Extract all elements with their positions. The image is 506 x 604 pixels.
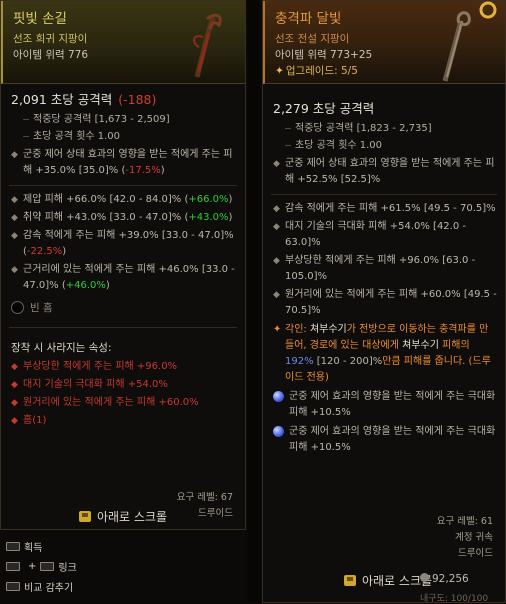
gem-affix-line: 군중 제어 효과의 영향을 받는 적에게 주는 극대화 피해 +10.5% [263,421,505,456]
sell-price: 92,256 [420,573,469,585]
bullet-icon: ◆ [273,290,280,300]
affix-diff: -17.5% [125,165,161,176]
account-bound-label: 계정 귀속 [455,532,493,543]
bullet-icon: ◆ [11,362,18,372]
lost-stats-title: 장착 시 사라지는 속성: [11,342,112,354]
required-level: 요구 레벨: 67 [176,492,233,503]
scroll-down-hint[interactable]: 아래로 스크롤 [63,507,183,525]
attacks-per-second: 초당 공격 횟수 1.00 [295,140,383,151]
affix-line: ◆ 감속 적에게 주는 피해 +39.0% [33.0 - 47.0]% (-22… [1,226,245,260]
bullet-icon: ◆ [11,265,18,275]
aspect-value: 192% [285,356,314,367]
affix-diff: +46.0% [65,280,106,291]
affix-line: ◆ 취약 피해 +43.0% [33.0 - 47.0]% (+43.0%) [1,208,245,226]
bullet-icon: ◆ [11,213,18,223]
affix-line: ◆ 원거리에 있는 적에게 주는 피해 +60.0% [49.5 - 70.5]% [263,285,505,319]
affix-line: ◆ 근거리에 있는 적에게 주는 피해 +46.0% [33.0 - 47.0]%… [1,260,245,294]
bullet-icon: ◆ [11,416,18,426]
affix-line: ◆ 제압 피해 +66.0% [42.0 - 84.0]% (+66.0%) [1,190,245,208]
class-label: 드루이드 [458,548,493,559]
staff-icon [442,11,471,82]
equipped-item-tooltip: 핏빛 손길 선조 희귀 지팡이 아이템 위력 776 2,091 초당 공격력 (… [0,0,246,530]
affix-line: ◆ 감속 적에게 주는 피해 +61.5% [49.5 - 70.5]% [263,199,505,217]
lost-stat-line: ◆ 부상당한 적에게 주는 피해 +96.0% [1,357,245,375]
star-icon: ✦ [275,65,284,77]
shift-key-icon [6,561,20,571]
hide-compare-hint[interactable]: 비교 감추기 [0,576,246,596]
item-header: 핏빛 손길 선조 희귀 지팡이 아이템 위력 776 [1,1,245,84]
link-hint[interactable]: + 링크 [0,556,246,576]
affix-list: ◆ 감속 적에게 주는 피해 +61.5% [49.5 - 70.5]% ◆ 대지 기… [263,199,505,319]
socket-icon [11,301,24,314]
gem-icon [273,426,284,437]
durability-label: 내구도: 100/100 [420,594,489,604]
acquire-hint[interactable]: 획득 [0,536,246,556]
attacks-per-second: 초당 공격 횟수 1.00 [33,131,121,142]
required-level: 요구 레벨: 61 [436,516,493,527]
alt-key-icon [6,581,20,591]
coin-icon [420,573,429,582]
legendary-aspect: ✦ 각인: 쳐부수기가 전방으로 이동하는 충격파를 만들어, 경로에 있는 대… [263,319,505,386]
lost-stat-line: ◆ 홈(1) [1,411,245,429]
damage-per-hit: 적중당 공격력 [1,823 - 2,735] [295,123,432,134]
mouse-icon [6,541,20,551]
dps-line: 2,279 초당 공격력 [263,84,505,118]
lost-stat-line: ◆ 원거리에 있는 적에게 주는 피해 +60.0% [1,393,245,411]
implicit-affix: ◆ 군중 제어 상태 효과의 영향을 받는 적에게 주는 피해 +52.5% [… [263,154,505,188]
bullet-icon: ◆ [11,231,18,241]
item-header: 충격파 달빛 선조 전설 지팡이 아이템 위력 773+25 ✦ 업그레이드: 5… [263,1,505,84]
class-label: 드루이드 [198,508,233,519]
divider-strip [248,0,260,603]
bullet-icon: ◆ [11,398,18,408]
control-hints: 획득 + 링크 비교 감추기 [0,530,246,603]
staff-icon [193,13,222,78]
gem-list: 군중 제어 효과의 영향을 받는 적에게 주는 극대화 피해 +10.5% 군중 … [263,386,505,456]
damage-per-hit: 적중당 공격력 [1,673 - 2,509] [33,114,170,125]
bullet-icon: ◆ [11,150,18,160]
affix-diff: +66.0% [188,194,229,205]
bullet-icon: ◆ [11,195,18,205]
damage-details: — 적중당 공격력 [1,673 - 2,509] — 초당 공격 횟수 1.00 [23,114,170,142]
empty-socket: 빈 홈 [1,294,245,321]
compared-item-tooltip: 충격파 달빛 선조 전설 지팡이 아이템 위력 773+25 ✦ 업그레이드: 5… [262,0,506,603]
mouse-icon [40,561,55,571]
affix-diff: +43.0% [188,212,229,223]
lost-stats-list: ◆ 부상당한 적에게 주는 피해 +96.0% ◆ 대지 기술의 극대화 피해 +54… [1,357,245,429]
divider [9,327,237,328]
affix-diff: -22.5% [26,246,63,257]
lost-stat-line: ◆ 대지 기술의 극대화 피해 +54.0% [1,375,245,393]
bullet-icon: ◆ [273,159,280,169]
bullet-icon: ◆ [273,204,280,214]
gem-affix-line: 군중 제어 효과의 영향을 받는 적에게 주는 극대화 피해 +10.5% [263,386,505,421]
gem-icon [273,391,284,402]
bullet-icon: ◆ [273,256,280,266]
skill-name: 쳐부수기 [309,324,347,335]
bullet-icon: ◆ [11,380,18,390]
affix-list: ◆ 제압 피해 +66.0% [42.0 - 84.0]% (+66.0%) ◆ 취약… [1,190,245,294]
dps-value: 2,279 초당 공격력 [273,101,375,116]
affix-line: ◆ 부상당한 적에게 주는 피해 +96.0% [63.0 - 105.0]% [263,251,505,285]
dps-diff: (-188) [118,92,157,107]
legendary-bullet-icon: ✦ [273,324,282,335]
damage-details: — 적중당 공격력 [1,823 - 2,735] — 초당 공격 횟수 1.00 [285,123,432,151]
implicit-affix: ◆ 군중 제어 상태 효과의 영향을 받는 적에게 주는 피해 +35.0% [… [1,145,245,179]
bullet-icon: ◆ [273,222,280,232]
key-icon [343,574,356,586]
ring-icon [479,1,497,19]
divider [9,185,237,186]
divider [271,194,497,195]
dps-line: 2,091 초당 공격력 (-188) [1,84,245,109]
key-icon [78,510,91,522]
dps-value: 2,091 초당 공격력 [11,92,113,107]
affix-line: ◆ 대지 기술의 극대화 피해 +54.0% [42.0 - 63.0]% [263,217,505,251]
